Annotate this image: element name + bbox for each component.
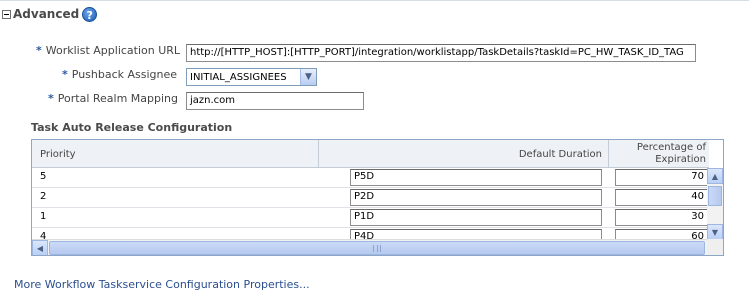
horizontal-scrollbar[interactable]: ◀ ▶ — [32, 239, 723, 255]
duration-input[interactable]: P2D — [350, 189, 602, 206]
realm-input[interactable]: jazn.com — [186, 92, 364, 110]
pushback-select[interactable]: INITIAL_ASSIGNEES ▼ — [186, 68, 317, 86]
more-properties-link[interactable]: More Workflow Taskservice Configuration … — [14, 278, 310, 291]
worklist-url-label: Worklist Application URL — [45, 43, 181, 57]
duration-input[interactable]: P1D — [350, 209, 602, 226]
required-marker: * — [62, 67, 68, 81]
collapse-icon[interactable] — [2, 9, 11, 19]
vertical-scrollbar[interactable]: ▲ ▼ — [707, 168, 723, 240]
section-header: Advanced ? — [2, 5, 98, 23]
header-percentage-line1: Percentage of — [636, 142, 706, 153]
pushback-label: Pushback Assignee — [71, 67, 178, 81]
header-duration[interactable]: Default Duration — [319, 140, 609, 168]
required-marker: * — [48, 91, 54, 105]
table-header: Priority Default Duration Percentage of … — [32, 140, 709, 168]
worklist-url-input[interactable]: http://[HTTP_HOST]:[HTTP_PORT]/integrati… — [186, 44, 696, 62]
help-icon[interactable]: ? — [82, 6, 98, 22]
pushback-selected-value: INITIAL_ASSIGNEES — [190, 71, 287, 83]
table-row: 5 P5D 70 — [32, 168, 709, 188]
worklist-url-row: * Worklist Application URL — [36, 41, 180, 59]
vertical-scroll-thumb[interactable] — [708, 186, 722, 206]
grip-icon — [373, 245, 381, 252]
scroll-left-icon[interactable]: ◀ — [32, 240, 48, 255]
horizontal-scroll-thumb[interactable] — [49, 241, 705, 255]
table-row: 2 P2D 40 — [32, 188, 709, 208]
percentage-input[interactable]: 40 — [615, 189, 708, 206]
scroll-down-icon[interactable]: ▼ — [707, 224, 723, 240]
priority-cell: 1 — [40, 211, 47, 222]
percentage-input[interactable]: 70 — [615, 169, 708, 186]
top-divider — [0, 0, 749, 1]
duration-input[interactable]: P5D — [350, 169, 602, 186]
table-row: 1 P1D 30 — [32, 208, 709, 228]
realm-label: Portal Realm Mapping — [57, 91, 178, 105]
chevron-down-icon[interactable]: ▼ — [300, 69, 316, 85]
pushback-row: * Pushback Assignee — [62, 65, 177, 83]
scroll-corner — [707, 239, 723, 255]
percentage-input[interactable]: 30 — [615, 209, 708, 226]
header-percentage-line2: Expiration — [655, 154, 706, 165]
header-priority[interactable]: Priority — [32, 140, 319, 168]
scroll-up-icon[interactable]: ▲ — [707, 168, 723, 184]
header-percentage[interactable]: Percentage of Expiration — [609, 140, 709, 168]
section-title: Advanced — [13, 7, 80, 21]
realm-row: * Portal Realm Mapping — [48, 89, 178, 107]
auto-release-table: Priority Default Duration Percentage of … — [31, 139, 724, 256]
table-title: Task Auto Release Configuration — [31, 121, 233, 134]
priority-cell: 2 — [40, 191, 47, 202]
required-marker: * — [36, 43, 42, 57]
priority-cell: 5 — [40, 171, 47, 182]
